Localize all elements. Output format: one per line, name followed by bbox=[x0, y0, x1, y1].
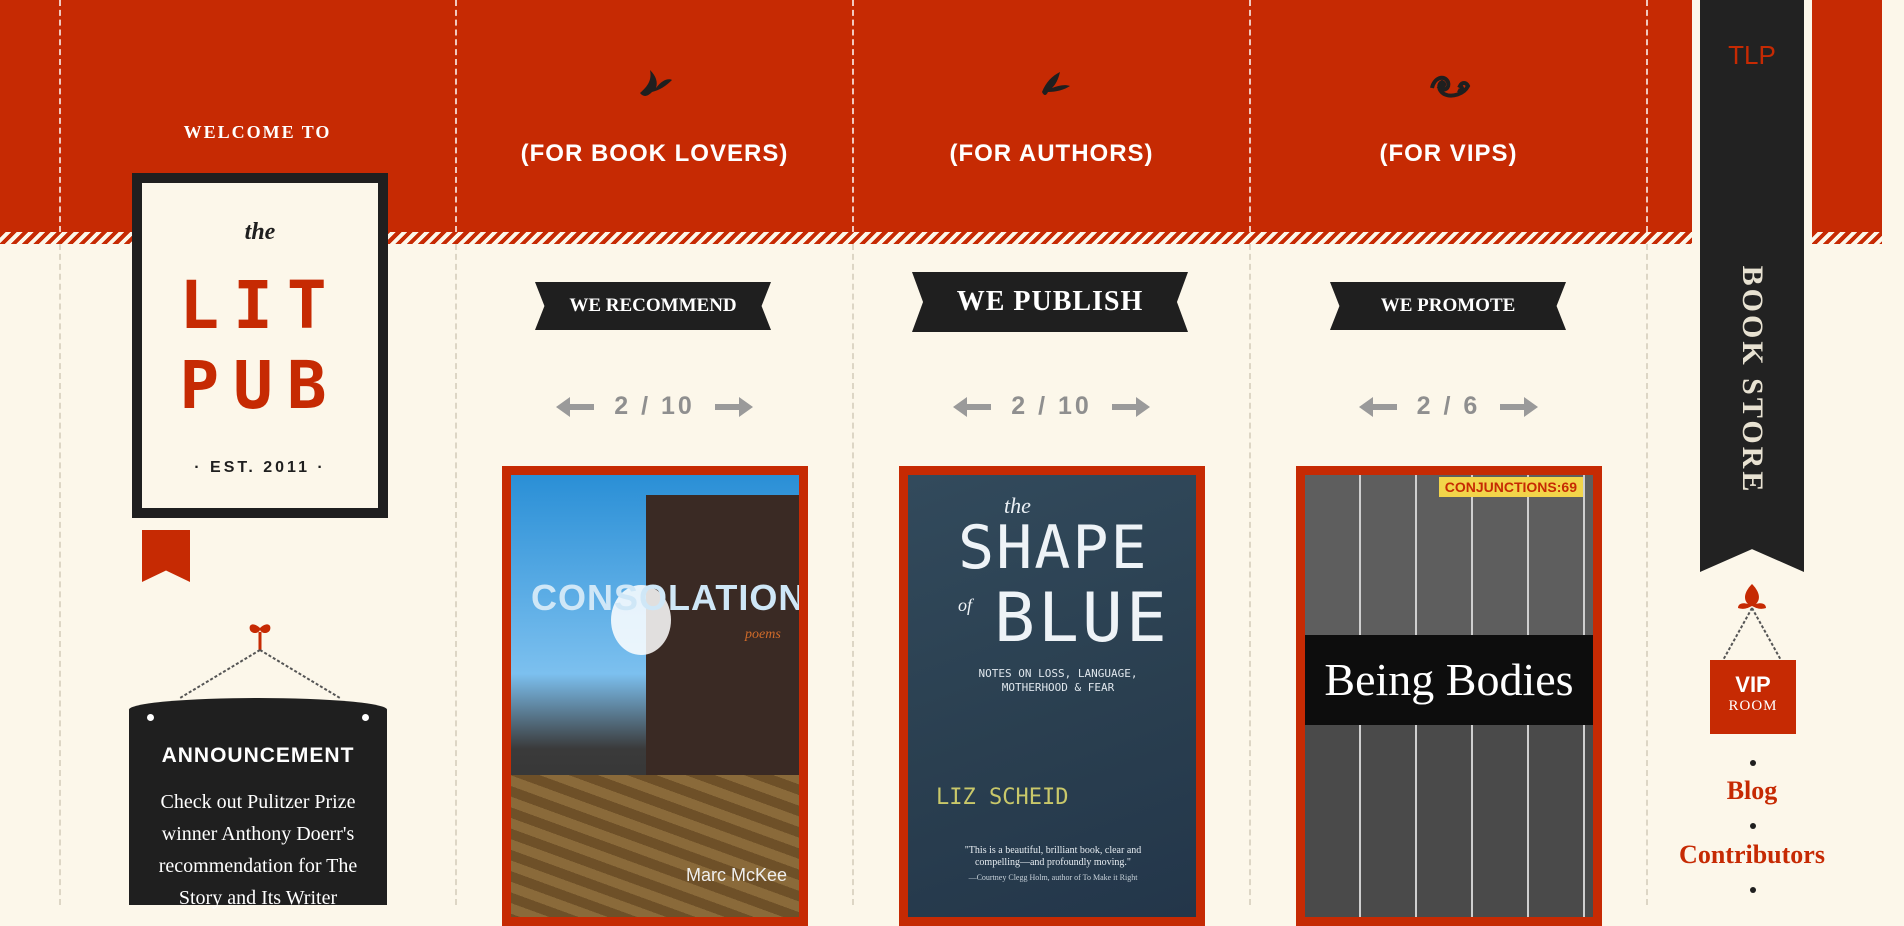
nav-blog-link[interactable]: Blog bbox=[1640, 776, 1864, 806]
cover-subtitle: NOTES ON LOSS, LANGUAGE, MOTHERHOOD & FE… bbox=[978, 667, 1138, 694]
pager-promote: 2 / 6 bbox=[1251, 392, 1646, 421]
announcement-board: ANNOUNCEMENT Check out Pulitzer Prize wi… bbox=[129, 698, 387, 909]
bullet-dot bbox=[1750, 760, 1756, 766]
bookmark-flag-icon bbox=[142, 530, 190, 582]
column-divider bbox=[1249, 0, 1251, 232]
vip-label: VIP bbox=[1735, 672, 1771, 697]
welcome-text: WELCOME TO bbox=[183, 122, 332, 142]
column-divider bbox=[852, 244, 854, 905]
cover-title-of: of bbox=[958, 595, 973, 615]
next-arrow-icon[interactable] bbox=[713, 395, 755, 419]
hanging-hook-icon bbox=[179, 624, 341, 699]
book-cover: the SHAPE of BLUE NOTES ON LOSS, LANGUAG… bbox=[908, 475, 1196, 917]
leaf-flourish-icon bbox=[640, 70, 672, 96]
column-divider bbox=[59, 244, 61, 905]
column-divider bbox=[59, 0, 61, 232]
logo-lit: LIT bbox=[179, 267, 341, 344]
bullet-dot bbox=[1750, 887, 1756, 893]
logo-the: the bbox=[244, 219, 276, 245]
building-shape bbox=[646, 495, 799, 795]
book-card-consolationeer[interactable]: CONSOLATIONEER poems Marc McKee bbox=[502, 466, 808, 926]
cover-subtitle: poems bbox=[745, 627, 781, 642]
announcement-text[interactable]: Check out Pulitzer Prize winner Anthony … bbox=[143, 786, 373, 914]
ribbon-we-promote[interactable]: WE PROMOTE bbox=[1330, 282, 1566, 330]
vip-hanger-icon bbox=[1721, 584, 1783, 663]
page-indicator: 2 / 10 bbox=[614, 392, 695, 420]
pin-icon bbox=[362, 714, 369, 721]
cover-author: LIZ SCHEID bbox=[936, 785, 1069, 810]
book-cover: CONSOLATIONEER poems Marc McKee bbox=[511, 475, 799, 917]
column-divider bbox=[455, 0, 457, 232]
cover-blurb: "This is a beautiful, brilliant book, cl… bbox=[964, 845, 1142, 868]
column-divider bbox=[455, 244, 457, 905]
ribbon-we-recommend[interactable]: WE RECOMMEND bbox=[535, 282, 771, 330]
heading-book-lovers[interactable]: (FOR BOOK LOVERS) bbox=[457, 140, 852, 168]
page-indicator: 2 / 10 bbox=[1011, 392, 1092, 420]
cover-title: Being Bodies bbox=[1324, 654, 1574, 705]
logo-panel: the LIT PUB · EST. 2011 · bbox=[142, 183, 378, 508]
leaf-sprig-icon bbox=[1042, 72, 1070, 95]
logo-established: · EST. 2011 · bbox=[194, 459, 326, 476]
photo-grid-top bbox=[1305, 475, 1593, 635]
page-indicator: 2 / 6 bbox=[1416, 392, 1481, 420]
book-card-shape-of-blue[interactable]: the SHAPE of BLUE NOTES ON LOSS, LANGUAG… bbox=[899, 466, 1205, 926]
announcement-title: ANNOUNCEMENT bbox=[161, 744, 355, 767]
prev-arrow-icon[interactable] bbox=[554, 395, 596, 419]
flourish-icon bbox=[1430, 75, 1471, 98]
next-arrow-icon[interactable] bbox=[1110, 395, 1152, 419]
heading-vips[interactable]: (FOR VIPS) bbox=[1251, 140, 1646, 168]
ribbon-we-publish[interactable]: WE PUBLISH bbox=[912, 272, 1188, 332]
header-zigzag-edge-right bbox=[1812, 232, 1882, 244]
tlp-label[interactable]: TLP bbox=[1700, 40, 1804, 71]
cover-badge: CONJUNCTIONS:69 bbox=[1438, 477, 1583, 497]
book-cover: CONJUNCTIONS:69 Being Bodies bbox=[1305, 475, 1593, 917]
bullet-dot bbox=[1750, 823, 1756, 829]
brick-floor bbox=[511, 775, 799, 917]
photo-grid-bottom bbox=[1305, 725, 1593, 917]
pager-recommend: 2 / 10 bbox=[457, 392, 852, 421]
next-arrow-icon[interactable] bbox=[1498, 395, 1540, 419]
book-card-being-bodies[interactable]: CONJUNCTIONS:69 Being Bodies bbox=[1296, 466, 1602, 926]
cover-blurb-attribution: —Courtney Clegg Holm, author of To Make … bbox=[968, 873, 1138, 882]
column-divider bbox=[1249, 244, 1251, 905]
cover-title-line1: SHAPE bbox=[958, 513, 1149, 583]
logo-pub: PUB bbox=[179, 347, 341, 424]
column-divider bbox=[1646, 0, 1648, 232]
nav-contributors-link[interactable]: Contributors bbox=[1640, 840, 1864, 870]
header-band-right bbox=[1812, 0, 1882, 232]
cover-author: Marc McKee bbox=[686, 865, 788, 885]
column-divider bbox=[852, 0, 854, 232]
bookstore-link[interactable]: BOOK STORE bbox=[1735, 266, 1769, 495]
heading-authors[interactable]: (FOR AUTHORS) bbox=[854, 140, 1249, 168]
cover-title: CONSOLATIONEER bbox=[531, 577, 799, 618]
pager-publish: 2 / 10 bbox=[854, 392, 1249, 421]
vip-room-sign[interactable]: VIP ROOM bbox=[1710, 660, 1796, 734]
vip-room-label: ROOM bbox=[1728, 698, 1778, 714]
site-logo[interactable]: the LIT PUB · EST. 2011 · bbox=[132, 173, 388, 518]
prev-arrow-icon[interactable] bbox=[951, 395, 993, 419]
prev-arrow-icon[interactable] bbox=[1357, 395, 1399, 419]
pin-icon bbox=[147, 714, 154, 721]
cover-title-line2: BLUE bbox=[994, 579, 1170, 658]
